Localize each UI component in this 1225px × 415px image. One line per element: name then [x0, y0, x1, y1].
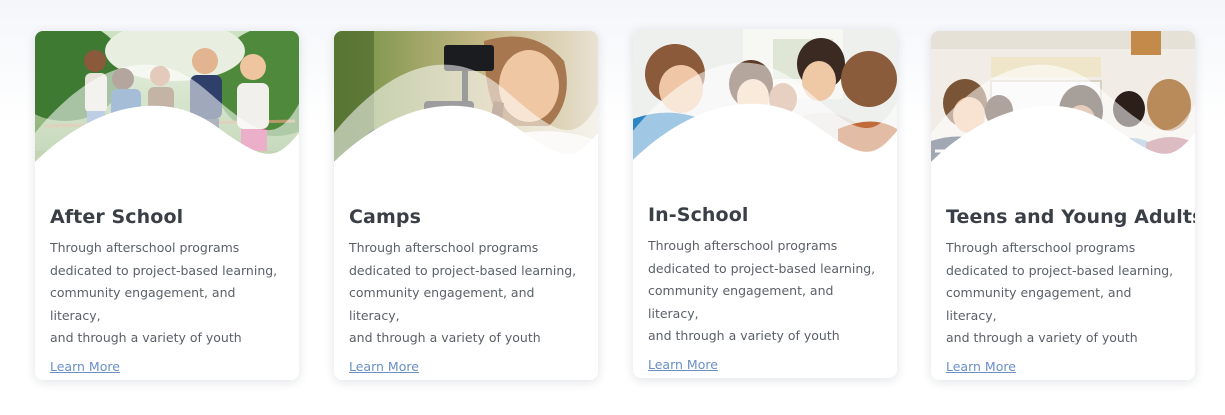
students-at-classroom-table-photo [633, 29, 897, 189]
card-description-line: Through afterschool programs [50, 240, 240, 255]
card-description: Through afterschool programs dedicated t… [648, 235, 884, 348]
program-card-after-school[interactable]: After School Through afterschool program… [35, 31, 299, 380]
card-description-line: dedicated to project-based learning, [648, 260, 876, 276]
card-description-line: dedicated to project-based learning, [349, 262, 577, 278]
teens-in-classroom-photo [931, 31, 1195, 191]
wave-divider [334, 64, 598, 191]
card-description-line: community engagement, and literacy, [648, 283, 834, 321]
card-title: Teens and Young Adults [946, 206, 1195, 228]
card-description-line: and through a variety of youth [946, 330, 1138, 345]
card-description-line: dedicated to project-based learning, [946, 262, 1174, 278]
card-description-line: and through a variety of youth [50, 330, 242, 345]
card-description-line: Through afterschool programs [946, 240, 1136, 255]
card-description-line: Through afterschool programs [648, 238, 838, 253]
wave-divider [633, 62, 897, 189]
learn-more-link[interactable]: Learn More [50, 359, 120, 374]
card-description-line: dedicated to project-based learning, [50, 262, 278, 278]
card-description-line: and through a variety of youth [349, 330, 541, 345]
card-description: Through afterschool programs dedicated t… [349, 237, 585, 350]
card-description-line: community engagement, and literacy, [50, 285, 236, 323]
card-description-line: Through afterschool programs [349, 240, 539, 255]
card-description-line: and through a variety of youth [648, 328, 840, 343]
card-title: After School [50, 206, 184, 228]
card-description: Through afterschool programs dedicated t… [946, 237, 1182, 350]
card-title: In-School [648, 204, 749, 226]
program-card-in-school[interactable]: In-School Through afterschool programs d… [633, 29, 897, 378]
card-title: Camps [349, 206, 421, 228]
learn-more-link[interactable]: Learn More [648, 357, 718, 372]
program-card-camps[interactable]: Camps Through afterschool programs dedic… [334, 31, 598, 380]
card-description-line: community engagement, and literacy, [946, 285, 1132, 323]
wave-divider [931, 64, 1195, 191]
learn-more-link[interactable]: Learn More [349, 359, 419, 374]
children-tug-of-war-photo [35, 31, 299, 191]
wave-divider [35, 64, 299, 191]
program-card-teens-young-adults[interactable]: Teens and Young Adults Through afterscho… [931, 31, 1195, 380]
card-description: Through afterschool programs dedicated t… [50, 237, 286, 350]
girl-with-video-camera-photo [334, 31, 598, 191]
card-description-line: community engagement, and literacy, [349, 285, 535, 323]
learn-more-link[interactable]: Learn More [946, 359, 1016, 374]
